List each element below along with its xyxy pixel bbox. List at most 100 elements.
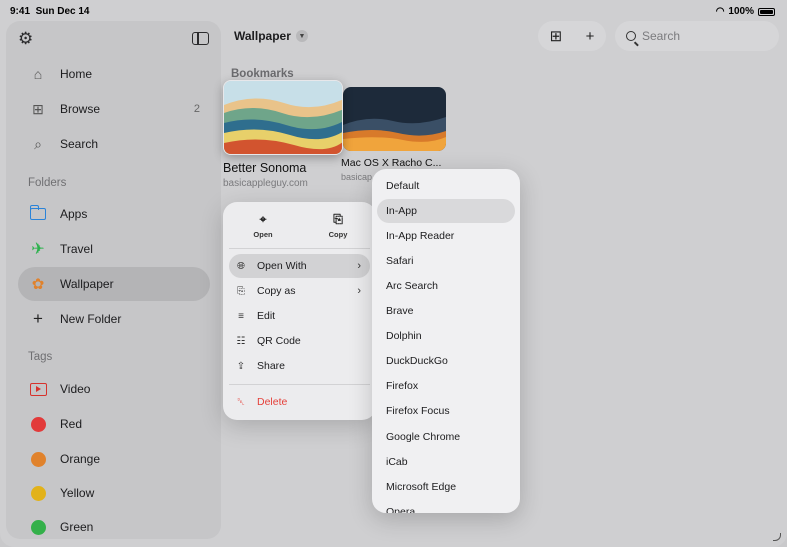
context-menu-quick-actions: ⌖ Open ⎘ Copy bbox=[223, 202, 376, 247]
sidebar-item-label: Travel bbox=[60, 242, 93, 256]
sidebar-item-label: Home bbox=[60, 67, 93, 81]
menu-item-label: Open With bbox=[257, 260, 307, 272]
sidebar-item-label: Browse bbox=[60, 102, 101, 116]
sidebar-item-label: Orange bbox=[60, 452, 101, 466]
toolbar-buttons: ⊞ + bbox=[538, 21, 606, 51]
open-button[interactable]: ⌖ Open bbox=[233, 212, 293, 239]
menu-item-label: Copy as bbox=[257, 285, 296, 297]
sidebar-toggle-icon[interactable] bbox=[192, 32, 209, 45]
folder-icon bbox=[28, 204, 48, 224]
tags-header: Tags bbox=[28, 351, 53, 363]
bookmark-domain: basicappleguy.com bbox=[223, 178, 308, 189]
orange-dot-icon bbox=[28, 449, 48, 469]
submenu-item-in-app[interactable]: In-App bbox=[377, 199, 515, 223]
bookmark-title[interactable]: Mac OS X Racho C... bbox=[341, 157, 441, 169]
submenu-item-dolphin[interactable]: Dolphin bbox=[377, 324, 515, 348]
share-icon: ⇪ bbox=[236, 360, 246, 372]
video-icon bbox=[28, 379, 48, 399]
submenu-item-icab[interactable]: iCab bbox=[377, 450, 515, 474]
submenu-item-google-chrome[interactable]: Google Chrome bbox=[377, 425, 515, 449]
sidebar-item-search[interactable]: ⌕ Search bbox=[18, 127, 210, 161]
ipad-screen: 9:41 Sun Dec 14 ◠ 100% ⚙ ⌂ Home ⊞ Browse… bbox=[0, 0, 787, 547]
battery-icon bbox=[758, 7, 775, 16]
green-dot-icon bbox=[28, 517, 48, 537]
menu-item-open-with[interactable]: 🌐︎ Open With › bbox=[229, 254, 370, 278]
submenu-item-safari[interactable]: Safari bbox=[377, 249, 515, 273]
open-with-submenu: Default In-App In-App Reader Safari Arc … bbox=[372, 169, 520, 513]
submenu-item-in-app-reader[interactable]: In-App Reader bbox=[377, 224, 515, 248]
trash-icon: ␡ bbox=[237, 396, 245, 408]
sidebar-item-label: Search bbox=[60, 137, 99, 151]
bookmark-thumbnail[interactable] bbox=[223, 80, 343, 155]
grid-view-icon[interactable]: ⊞ bbox=[550, 27, 563, 45]
page-title[interactable]: Wallpaper ▼ bbox=[234, 29, 308, 43]
chevron-down-icon: ▼ bbox=[295, 30, 308, 42]
sidebar-item-green[interactable]: Green bbox=[18, 510, 210, 544]
status-right: ◠ 100% bbox=[716, 6, 775, 17]
menu-item-copy-as[interactable]: ⎘ Copy as › bbox=[229, 279, 370, 303]
chevron-right-icon: › bbox=[357, 260, 361, 272]
globe-icon: 🌐︎ bbox=[237, 260, 245, 272]
bookmark-thumbnail[interactable] bbox=[343, 87, 446, 151]
sidebar-item-orange[interactable]: Orange bbox=[18, 442, 210, 476]
sidebar-item-label: Green bbox=[60, 520, 94, 534]
submenu-item-arc-search[interactable]: Arc Search bbox=[377, 274, 515, 298]
submenu-item-firefox[interactable]: Firefox bbox=[377, 374, 515, 398]
resize-corner-icon[interactable] bbox=[773, 533, 781, 541]
divider bbox=[229, 384, 370, 385]
sidebar-item-label: Video bbox=[60, 382, 91, 396]
sidebar-item-label: Apps bbox=[60, 207, 88, 221]
bookmark-title[interactable]: Better Sonoma bbox=[223, 161, 306, 175]
submenu-item-duckduckgo[interactable]: DuckDuckGo bbox=[377, 349, 515, 373]
folders-header: Folders bbox=[28, 177, 67, 189]
plus-icon: + bbox=[33, 309, 43, 328]
divider bbox=[229, 248, 370, 249]
copy-icon: ⎘ bbox=[237, 285, 245, 297]
add-icon[interactable]: + bbox=[586, 28, 595, 45]
sidebar-item-browse[interactable]: ⊞ Browse 2 bbox=[18, 92, 210, 126]
search-icon bbox=[626, 31, 636, 41]
context-menu: ⌖ Open ⎘ Copy 🌐︎ Open With › ⎘ Copy as ›… bbox=[223, 202, 376, 420]
sidebar-toolbar: ⚙ bbox=[18, 29, 209, 51]
menu-item-label: Edit bbox=[257, 310, 276, 322]
sliders-icon: ≡ bbox=[238, 310, 244, 322]
qrcode-icon: ☷ bbox=[236, 335, 246, 347]
open-label: Open bbox=[253, 230, 273, 239]
page-title-text: Wallpaper bbox=[234, 29, 291, 43]
search-input[interactable]: Search bbox=[615, 21, 779, 51]
sidebar-item-wallpaper[interactable]: ✿ Wallpaper bbox=[18, 267, 210, 301]
wifi-icon: ◠ bbox=[715, 6, 725, 17]
bookmark-domain: basicap bbox=[341, 172, 373, 182]
submenu-item-brave[interactable]: Brave bbox=[377, 299, 515, 323]
sidebar-item-new-folder[interactable]: + New Folder bbox=[18, 302, 210, 336]
bookmarks-label: Bookmarks bbox=[231, 68, 294, 80]
red-dot-icon bbox=[28, 414, 48, 434]
settings-gear-icon[interactable]: ⚙ bbox=[18, 29, 33, 49]
menu-item-edit[interactable]: ≡ Edit bbox=[229, 304, 370, 328]
menu-item-label: Share bbox=[257, 360, 286, 372]
menu-item-delete[interactable]: ␡ Delete bbox=[229, 390, 370, 414]
airplane-icon: ✈ bbox=[31, 241, 45, 258]
submenu-item-default[interactable]: Default bbox=[377, 174, 515, 198]
submenu-item-opera[interactable]: Opera bbox=[377, 500, 515, 513]
sidebar-item-video[interactable]: Video bbox=[18, 372, 210, 406]
sidebar-item-label: New Folder bbox=[60, 312, 122, 326]
flower-icon: ✿ bbox=[31, 276, 45, 293]
submenu-item-firefox-focus[interactable]: Firefox Focus bbox=[377, 399, 515, 423]
sidebar-item-home[interactable]: ⌂ Home bbox=[18, 57, 210, 91]
menu-item-share[interactable]: ⇪ Share bbox=[229, 354, 370, 378]
grid-icon: ⊞ bbox=[32, 100, 44, 117]
sidebar-item-travel[interactable]: ✈ Travel bbox=[18, 232, 210, 266]
copy-icon: ⎘ bbox=[333, 212, 343, 226]
chevron-right-icon: › bbox=[357, 285, 361, 297]
compass-icon: ⌖ bbox=[259, 212, 267, 226]
copy-label: Copy bbox=[328, 230, 348, 239]
menu-item-qr-code[interactable]: ☷ QR Code bbox=[229, 329, 370, 353]
sidebar-item-apps[interactable]: Apps bbox=[18, 197, 210, 231]
menu-item-label: Delete bbox=[257, 396, 288, 408]
sidebar-item-red[interactable]: Red bbox=[18, 407, 210, 441]
submenu-item-microsoft-edge[interactable]: Microsoft Edge bbox=[377, 475, 515, 499]
copy-button[interactable]: ⎘ Copy bbox=[308, 212, 368, 239]
sidebar-item-yellow[interactable]: Yellow bbox=[18, 476, 210, 510]
browse-count: 2 bbox=[193, 103, 200, 115]
